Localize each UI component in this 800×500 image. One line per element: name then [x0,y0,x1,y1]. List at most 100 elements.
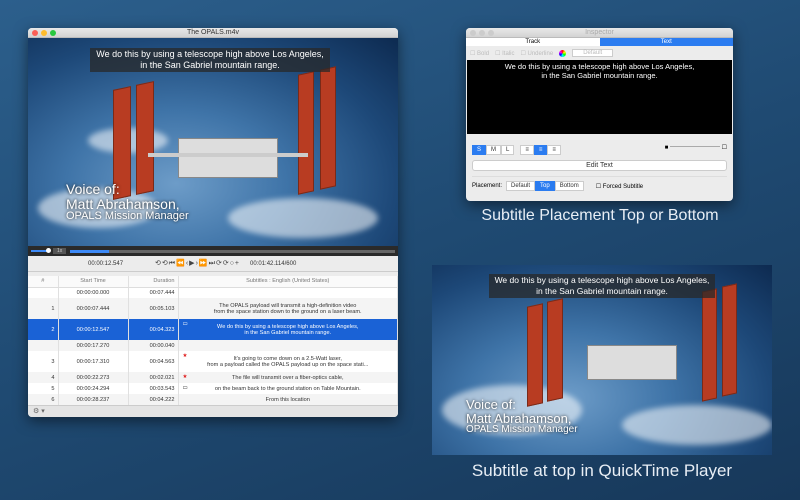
cell-number [28,287,59,298]
placement-bottom[interactable]: Bottom [554,181,584,191]
title-bar: The OPALS.m4v [28,28,398,38]
subtitle-text: from the space station down to the groun… [213,308,362,315]
col-number[interactable]: # [28,276,59,288]
table-row[interactable]: 5 00:00:24.294 00:03.543 ▭ on the beam back … [28,383,398,394]
cell-start: 00:00:22.273 [58,372,129,383]
placement-top[interactable]: Top [535,181,555,191]
subtitle-line: We do this by using a telescope high abo… [96,49,324,59]
subtitle-preview[interactable]: We do this by using a telescope high abo… [467,60,732,134]
align-segmented: ≡ ≡ ≡ [520,138,561,156]
scrubber-bar: 1x [28,246,398,256]
subtitle-editor-window: The OPALS.m4v We do this by using a tele… [28,28,398,417]
zoom-button[interactable] [50,30,56,36]
window-icon: ▭ [182,385,188,391]
col-duration[interactable]: Duration [128,276,179,288]
inspector-title-bar: Inspector [466,28,733,38]
cell-duration: 00:07.444 [128,287,179,298]
voice-line: OPALS Mission Manager [66,210,189,223]
cell-number: 1 [28,298,59,319]
preview-line: in the San Gabriel mountain range. [541,71,658,80]
add-icon[interactable]: + [235,260,240,267]
cell-duration: 00:05.103 [128,298,179,319]
subtitle-text: on the beam back to the ground station o… [214,385,361,392]
timeline-slider[interactable] [70,249,395,253]
total-time: 00:01:42.114/600 [250,260,297,267]
default-style-button[interactable]: Default [572,49,614,57]
inspector-tabs: Track Text [466,38,733,46]
forward-5-icon[interactable]: ⟳ [216,260,223,267]
voice-line: Voice of: [66,181,120,197]
cell-duration: 00:02.021 [128,372,179,383]
skip-end-icon[interactable]: ⏭ [209,260,216,267]
table-row[interactable]: 2 00:00:12.547 00:04.323 ▭ We do this by usi… [28,319,398,340]
table-row[interactable]: 4 00:00:22.273 00:02.021 ★ The file will tra… [28,372,398,383]
window-icon: ▭ [182,321,188,327]
tab-text[interactable]: Text [599,38,733,46]
align-left-icon[interactable]: ≡ [520,145,534,155]
placement-label: Placement: [472,183,503,189]
qt-voice-caption: Voice of: Matt Abrahamson, OPALS Mission… [466,398,578,436]
preview-line: We do this by using a telescope high abo… [504,62,695,71]
rewind-icon[interactable]: ⏪ [176,260,186,267]
col-subtitles[interactable]: Subtitles : English (United States) [178,276,398,288]
close-button[interactable] [470,30,476,36]
size-l[interactable]: L [501,145,515,155]
cell-number: 4 [28,372,59,383]
cell-subtitle: ▭ on the beam back to the ground station … [178,383,398,394]
volume-slider[interactable] [31,248,51,253]
gear-icon[interactable]: ⚙ ▾ [33,408,45,415]
video-subtitle: We do this by using a telescope high abo… [90,48,330,72]
minimize-button[interactable] [479,30,485,36]
cell-subtitle: ★ The file will transmit over a fiber-opt… [178,372,398,383]
size-s[interactable]: S [472,145,487,155]
table-row[interactable]: 1 00:00:07.444 00:05.103 The OPALS payload … [28,298,398,319]
col-start[interactable]: Start Time [58,276,129,288]
table-row[interactable]: 00:00:17.270 00:00.040 [28,340,398,351]
cell-start: 00:00:12.547 [58,319,129,340]
subtitle-table: # Start Time Duration Subtitles : Englis… [28,276,398,405]
tab-track[interactable]: Track [466,38,600,46]
forward-30-icon[interactable]: ⟳ [223,260,230,267]
table-row[interactable]: 3 00:00:17.310 00:04.563 ★ It's going to com… [28,351,398,372]
color-wheel-icon[interactable] [559,49,567,57]
cell-start: 00:00:24.294 [58,383,129,394]
zoom-button[interactable] [488,30,494,36]
align-right-icon[interactable]: ≡ [547,145,561,155]
skip-start-icon[interactable]: ⏮ [169,260,176,267]
qt-subtitle: We do this by using a telescope high abo… [489,274,715,298]
cell-start: 00:00:17.270 [58,340,129,351]
table-row[interactable]: 00:00:00.000 00:07.444 [28,287,398,298]
italic-checkbox[interactable]: ☐ Italic [495,50,514,57]
cell-subtitle: ★ It's going to come down on a 2.5-Watt l… [178,351,398,372]
back-30-icon[interactable]: ⟲ [155,260,162,267]
table-row[interactable]: 6 00:00:28.237 00:04.222 From this location [28,394,398,405]
transport-bar: 00:00:12.547 ⟲⟲⏮⏪‹▶›⏩⏭⟳⟳○+ 00:01:42.114/… [28,256,398,272]
cell-number: 2 [28,319,59,340]
edit-text-button[interactable]: Edit Text [472,160,727,171]
cell-number: 5 [28,383,59,394]
inspector-window: Inspector Track Text ☐ Bold ☐ Italic ☐ U… [466,28,733,201]
forced-subtitle-checkbox[interactable]: ☐ Forced Subtitle [596,183,643,190]
align-center-icon[interactable]: ≡ [533,145,548,155]
minimize-button[interactable] [41,30,47,36]
cell-number: 6 [28,394,59,405]
subtitle-line: in the San Gabriel mountain range. [536,286,668,296]
subtitle-text: from a payload called the OPALS payload … [207,361,369,368]
underline-checkbox[interactable]: ☐ Underline [520,50,553,57]
close-button[interactable] [32,30,38,36]
placement-default[interactable]: Default [506,181,536,191]
quicktime-video: We do this by using a telescope high abo… [432,265,772,455]
subtitle-text: From this location [265,396,310,403]
cell-duration: 00:04.222 [128,394,179,405]
size-m[interactable]: M [486,145,502,155]
bold-checkbox[interactable]: ☐ Bold [470,50,489,57]
video-view[interactable]: We do this by using a telescope high abo… [28,38,398,246]
background-opacity-slider[interactable]: ■ ☐ [665,144,727,151]
fast-forward-icon[interactable]: ⏩ [199,260,209,267]
current-time: 00:00:12.547 [88,260,124,267]
cell-duration: 00:00.040 [128,340,179,351]
back-5-icon[interactable]: ⟲ [162,260,169,267]
bottom-bar: ⚙ ▾ [28,405,398,417]
speed-button[interactable]: 1x [53,248,67,254]
cell-duration: 00:03.543 [128,383,179,394]
